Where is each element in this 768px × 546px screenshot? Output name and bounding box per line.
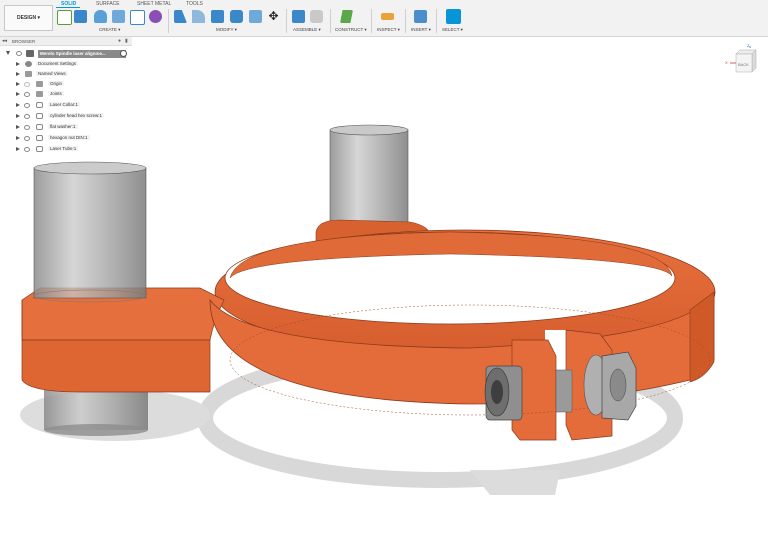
rear-laser-tube	[329, 124, 409, 231]
component-icon	[36, 124, 43, 130]
browser-item-label: hexagon nut DIN:1	[48, 135, 90, 140]
active-radio-icon[interactable]	[120, 50, 127, 57]
expand-arrow-icon[interactable]	[16, 103, 20, 107]
visibility-eye-icon[interactable]	[16, 51, 22, 56]
expand-arrow-icon[interactable]	[16, 147, 20, 151]
browser-root-row[interactable]: Merelo Spindle laser alignme...	[6, 50, 128, 58]
visibility-eye-icon[interactable]	[24, 135, 30, 141]
document-icon	[26, 50, 34, 57]
visibility-eye-icon[interactable]	[24, 113, 30, 119]
browser-item-flat-washer[interactable]: flat washer:1	[0, 123, 132, 132]
component-icon	[36, 135, 43, 141]
browser-header: ◂◂ BROWSER ● ▮	[0, 37, 132, 46]
component-icon	[36, 113, 43, 119]
hex-screw	[484, 365, 523, 421]
browser-item-laser-tube[interactable]: Laser Tube:1	[0, 145, 132, 154]
browser-item-label: Joints	[48, 91, 64, 96]
x-axis-label: X	[725, 60, 728, 65]
browser-panel: ◂◂ BROWSER ● ▮ Merelo Spindle laser alig…	[0, 37, 132, 155]
viewcube-icon[interactable]	[730, 42, 758, 76]
visibility-eye-icon[interactable]	[24, 102, 30, 108]
expand-arrow-icon[interactable]	[16, 92, 20, 96]
browser-item-label: Named Views	[36, 71, 68, 76]
expand-root-icon[interactable]	[6, 51, 10, 55]
folder-icon	[36, 91, 43, 97]
browser-item-label: flat washer:1	[48, 124, 78, 129]
browser-item-hexagon-nut[interactable]: hexagon nut DIN:1	[0, 134, 132, 143]
left-laser-tube	[44, 390, 148, 436]
expand-arrow-icon[interactable]	[16, 72, 20, 76]
browser-item-label: Laser Tube:1	[48, 146, 79, 151]
panel-toggle-icon[interactable]: ▮	[125, 38, 128, 44]
visibility-eye-icon[interactable]	[24, 81, 30, 87]
folder-icon	[36, 81, 43, 87]
browser-title: BROWSER	[12, 38, 36, 44]
viewcube-face-label: BACK	[738, 62, 749, 67]
left-laser-tube-upper	[33, 161, 147, 303]
expand-arrow-icon[interactable]	[16, 136, 20, 140]
z-axis-label: Z	[747, 43, 750, 48]
visibility-eye-icon[interactable]	[24, 124, 30, 130]
expand-arrow-icon[interactable]	[16, 114, 20, 118]
component-icon	[36, 146, 43, 152]
browser-item-document-settings[interactable]: Document Settings	[0, 60, 132, 69]
expand-arrow-icon[interactable]	[16, 62, 20, 66]
visibility-eye-icon[interactable]	[24, 146, 30, 152]
browser-root-label: Merelo Spindle laser alignme...	[38, 50, 126, 58]
browser-item-joints[interactable]: Joints	[0, 90, 132, 99]
browser-item-label: Laser Collar:1	[48, 102, 81, 107]
browser-item-label: Origin	[48, 81, 65, 86]
viewcube[interactable]: BACK Z X	[725, 42, 758, 76]
collapse-arrows-icon[interactable]: ◂◂	[2, 38, 7, 44]
pin-icon[interactable]: ●	[118, 38, 121, 44]
browser-item-label: Document Settings	[36, 61, 79, 66]
folder-icon	[25, 71, 32, 77]
browser-item-label: cylinder head hex screw:1	[48, 113, 105, 118]
browser-item-laser-collar[interactable]: Laser Collar:1	[0, 101, 132, 110]
browser-item-named-views[interactable]: Named Views	[0, 70, 132, 79]
component-icon	[36, 102, 43, 108]
expand-arrow-icon[interactable]	[16, 125, 20, 129]
gear-icon	[25, 61, 32, 67]
visibility-eye-icon[interactable]	[24, 91, 30, 97]
expand-arrow-icon[interactable]	[16, 82, 20, 86]
browser-item-hex-screw[interactable]: cylinder head hex screw:1	[0, 112, 132, 121]
browser-item-origin[interactable]: Origin	[0, 80, 132, 89]
